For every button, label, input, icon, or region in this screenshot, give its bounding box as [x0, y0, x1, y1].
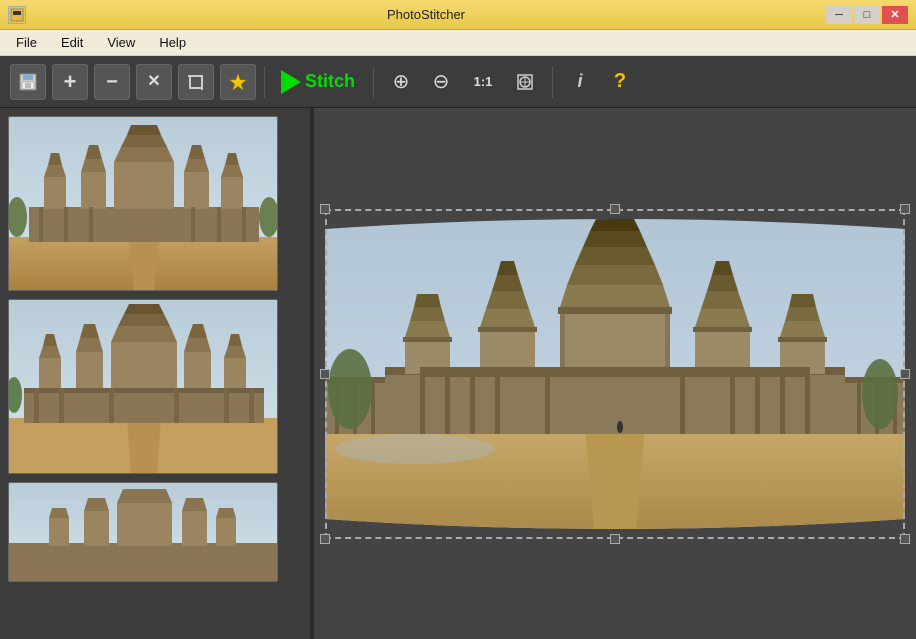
minimize-button[interactable]: ─: [826, 6, 852, 24]
save-button[interactable]: [10, 64, 46, 100]
menu-file[interactable]: File: [6, 33, 47, 52]
info-button[interactable]: i: [563, 65, 597, 99]
title-bar: PhotoStitcher ─ □ ✕: [0, 0, 916, 30]
zoom-actual-button[interactable]: 1:1: [464, 65, 502, 99]
menu-view[interactable]: View: [97, 33, 145, 52]
handle-top-right[interactable]: [900, 204, 910, 214]
delete-button[interactable]: ✕: [136, 64, 172, 100]
app-icon: [8, 6, 26, 24]
handle-top-middle[interactable]: [610, 204, 620, 214]
window-title: PhotoStitcher: [26, 7, 826, 22]
preview-panel: [314, 108, 916, 639]
thumbnail-panel[interactable]: [0, 108, 310, 639]
menu-edit[interactable]: Edit: [51, 33, 93, 52]
handle-bottom-right[interactable]: [900, 534, 910, 544]
toolbar-separator-2: [373, 66, 374, 98]
toolbar-separator-3: [552, 66, 553, 98]
help-button[interactable]: ?: [603, 65, 637, 99]
window-controls: ─ □ ✕: [826, 6, 908, 24]
main-area: [0, 108, 916, 639]
close-button[interactable]: ✕: [882, 6, 908, 24]
thumbnail-3[interactable]: [8, 482, 278, 582]
magic-fill-button[interactable]: [220, 64, 256, 100]
add-button[interactable]: +: [52, 64, 88, 100]
toolbar: + − ✕ Stitch ⊕ ⊖ 1:1: [0, 56, 916, 108]
stitch-button[interactable]: Stitch: [273, 66, 363, 98]
thumbnail-1[interactable]: [8, 116, 278, 291]
crop-button[interactable]: [178, 64, 214, 100]
thumbnail-2[interactable]: [8, 299, 278, 474]
handle-bottom-middle[interactable]: [610, 534, 620, 544]
maximize-button[interactable]: □: [854, 6, 880, 24]
handle-bottom-left[interactable]: [320, 534, 330, 544]
zoom-fit-button[interactable]: [508, 65, 542, 99]
play-icon: [281, 70, 301, 94]
handle-top-left[interactable]: [320, 204, 330, 214]
toolbar-separator-1: [264, 66, 265, 98]
zoom-in-button[interactable]: ⊕: [384, 65, 418, 99]
stitch-label: Stitch: [305, 71, 355, 92]
handle-middle-left[interactable]: [320, 369, 330, 379]
panorama-container: [325, 209, 905, 539]
remove-button[interactable]: −: [94, 64, 130, 100]
menu-help[interactable]: Help: [149, 33, 196, 52]
handle-middle-right[interactable]: [900, 369, 910, 379]
zoom-out-button[interactable]: ⊖: [424, 65, 458, 99]
panorama-image: [325, 209, 905, 539]
menu-bar: File Edit View Help: [0, 30, 916, 56]
